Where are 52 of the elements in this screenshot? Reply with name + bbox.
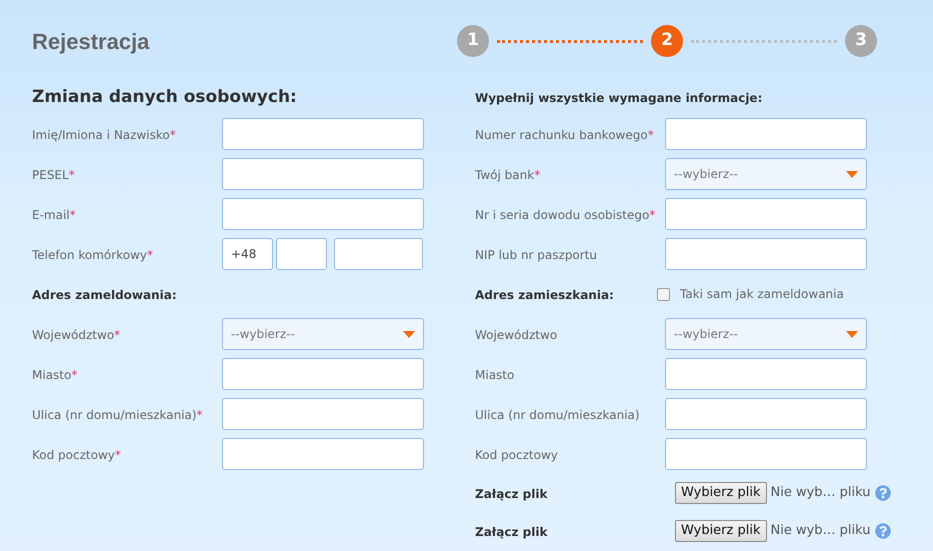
page-title: Rejestracja — [32, 28, 150, 56]
caret-icon — [846, 330, 858, 338]
choose-file-button[interactable]: Wybierz plik — [675, 520, 766, 542]
field-label: Województwo — [475, 328, 558, 342]
field-label: Ulica (nr domu/mieszkania)* — [32, 408, 203, 422]
text-field[interactable] — [665, 358, 867, 390]
checkbox[interactable] — [657, 288, 670, 300]
help-icon[interactable] — [874, 523, 891, 539]
field-label: Imię/Imiona i Nazwisko* — [32, 128, 176, 142]
field-label: Załącz plik — [475, 525, 548, 539]
field-label: Kod pocztowy* — [32, 448, 121, 462]
field-label: Twój bank* — [475, 168, 540, 182]
file-status: Nie wyb… pliku — [770, 484, 871, 502]
text-field[interactable] — [665, 238, 867, 270]
text-field[interactable] — [665, 398, 867, 430]
text-field[interactable] — [665, 198, 867, 230]
field-label: E-mail* — [32, 208, 76, 222]
dropdown[interactable]: --wybierz-- — [665, 318, 867, 350]
dropdown[interactable]: --wybierz-- — [665, 158, 867, 190]
form-heading: Zmiana danych osobowych: — [32, 86, 297, 110]
checkbox-label: Taki sam jak zameldowania — [680, 286, 844, 303]
phone-field[interactable] — [334, 238, 423, 270]
text-field[interactable] — [222, 358, 424, 390]
text-field[interactable] — [222, 118, 424, 150]
section-heading: Adres zamieszkania: — [475, 288, 614, 302]
caret-icon — [403, 330, 415, 338]
field-label: Miasto* — [32, 368, 78, 382]
text-field[interactable] — [222, 438, 424, 470]
field-label: Telefon komórkowy* — [32, 248, 153, 262]
field-label: Ulica (nr domu/mieszkania) — [475, 408, 640, 422]
field-label: Województwo* — [32, 328, 120, 342]
file-status: Nie wyb… pliku — [770, 522, 871, 540]
text-field[interactable] — [665, 118, 867, 150]
dropdown[interactable]: --wybierz-- — [222, 318, 424, 350]
text-field[interactable] — [222, 398, 424, 430]
section-heading: Adres zameldowania: — [32, 288, 177, 302]
caret-icon — [846, 170, 858, 178]
text-field[interactable] — [222, 198, 424, 230]
form-heading: Wypełnij wszystkie wymagane informacje: — [475, 90, 762, 107]
text-field[interactable] — [222, 158, 424, 190]
help-icon[interactable] — [874, 485, 891, 501]
field-label: PESEL* — [32, 168, 75, 182]
phone-field[interactable] — [276, 238, 327, 270]
field-label: Numer rachunku bankowego* — [475, 128, 654, 142]
choose-file-button[interactable]: Wybierz plik — [675, 482, 766, 504]
field-label: NIP lub nr paszportu — [475, 248, 598, 262]
field-label: Załącz plik — [475, 487, 548, 501]
field-label: Nr i seria dowodu osobistego* — [475, 208, 656, 222]
text-field[interactable] — [665, 438, 867, 470]
field-label: Miasto — [475, 368, 514, 382]
field-label: Kod pocztowy — [475, 448, 558, 462]
phone-field[interactable]: +48 — [222, 238, 273, 270]
